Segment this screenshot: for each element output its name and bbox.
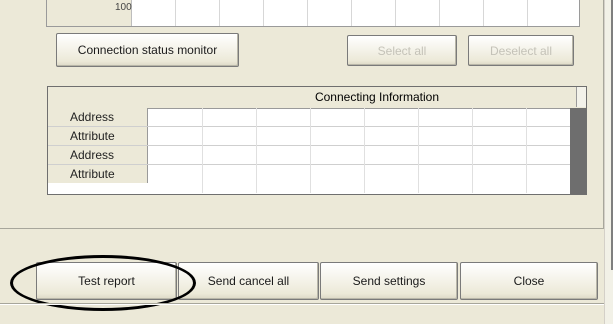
grid-line [364,108,365,193]
top-grid-divider [483,0,484,26]
select-all-button[interactable]: Select all [347,35,457,66]
table-row: Address [48,108,570,127]
top-grid-divider [219,0,220,26]
grid-line [310,108,311,193]
send-cancel-all-button[interactable]: Send cancel all [178,262,319,300]
connecting-information-title: Connecting Information [314,90,440,104]
deselect-all-button[interactable]: Deselect all [468,35,574,66]
grid-line [472,108,473,193]
top-grid-divider [351,0,352,26]
table-row: Attribute [48,127,570,146]
bottom-separator-highlight [0,304,604,305]
close-button[interactable]: Close [460,262,598,300]
top-grid-row-header: 100 [47,0,132,26]
window-edge [604,0,613,324]
top-grid-divider [263,0,264,26]
grid-line [526,108,527,193]
connection-status-monitor-button[interactable]: Connection status monitor [56,33,239,67]
top-grid-divider [527,0,528,26]
grid-line [202,108,203,193]
table-row: Attribute [48,165,570,183]
top-grid-row-value: 100 [115,2,132,13]
connecting-information-header: Connecting Information [48,87,586,109]
settings-panel: 100 Connection status monitor Select all… [0,0,604,229]
connecting-information-table: Connecting Information Address Attribute… [47,86,587,195]
row-label-attribute: Attribute [48,127,148,145]
top-grid-divider [175,0,176,26]
row-label-address: Address [48,146,148,164]
test-report-button[interactable]: Test report [36,262,177,300]
header-scroll-cap [576,87,586,107]
top-grid-divider [395,0,396,26]
grid-line [256,108,257,193]
send-settings-button[interactable]: Send settings [320,262,458,300]
top-grid-divider [439,0,440,26]
table-row: Address [48,146,570,165]
grid-line [418,108,419,193]
row-label-address: Address [48,108,148,126]
vertical-scrollbar[interactable] [570,108,586,194]
top-grid: 100 [46,0,580,27]
top-grid-divider [307,0,308,26]
row-label-attribute: Attribute [48,165,148,183]
